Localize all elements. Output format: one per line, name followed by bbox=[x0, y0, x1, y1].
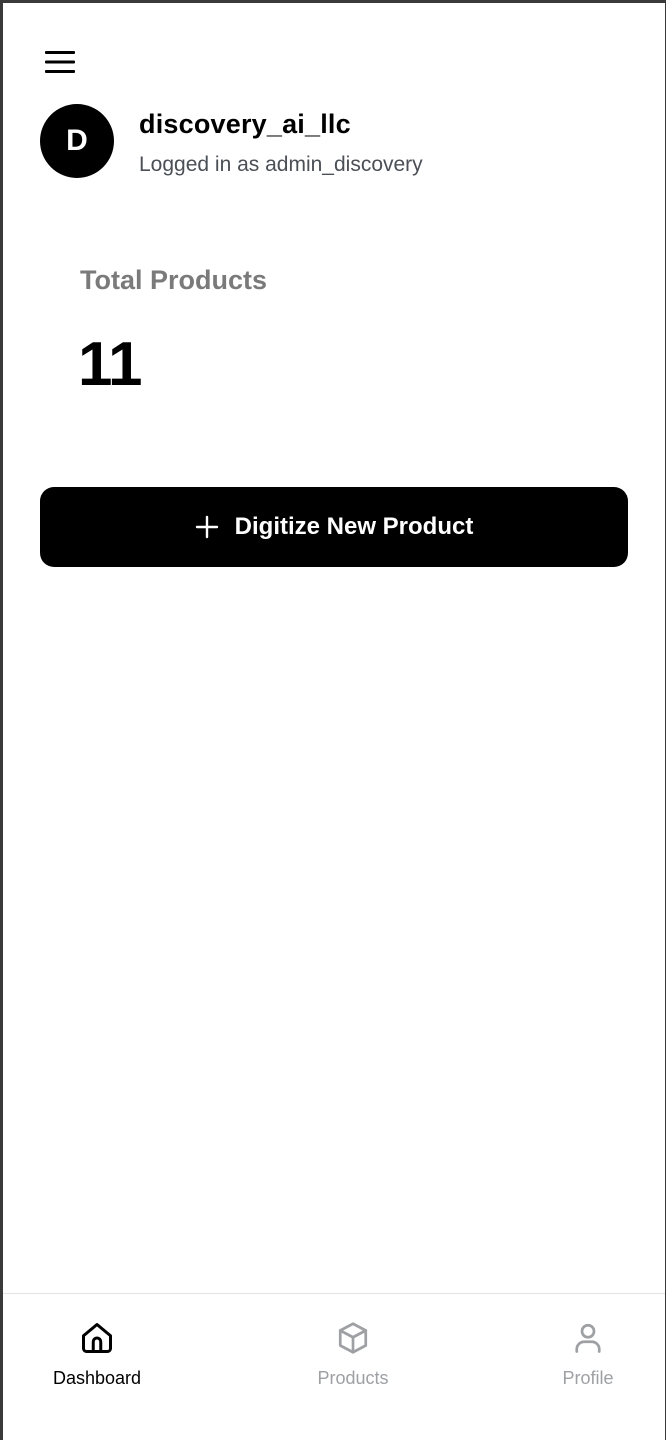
logged-in-as-text: Logged in as admin_discovery bbox=[139, 153, 423, 176]
box-icon bbox=[333, 1318, 373, 1358]
total-products-label: Total Products bbox=[80, 265, 268, 295]
total-products-value: 11 bbox=[78, 330, 143, 399]
nav-item-profile[interactable]: Profile bbox=[551, 1318, 625, 1389]
app-screen: D discovery_ai_llc Logged in as admin_di… bbox=[3, 3, 665, 1440]
org-name: discovery_ai_llc bbox=[139, 109, 351, 139]
nav-label-profile: Profile bbox=[562, 1368, 614, 1388]
hamburger-menu-icon[interactable] bbox=[45, 50, 75, 74]
menu-button[interactable] bbox=[41, 43, 79, 81]
digitize-new-product-label: Digitize New Product bbox=[234, 513, 474, 540]
avatar: D bbox=[40, 104, 114, 178]
digitize-new-product-button[interactable]: Digitize New Product bbox=[40, 487, 628, 567]
user-icon bbox=[568, 1318, 608, 1358]
avatar-initial: D bbox=[66, 124, 88, 157]
nav-label-dashboard: Dashboard bbox=[52, 1368, 142, 1388]
plus-icon bbox=[195, 515, 219, 539]
bottom-navigation: Dashboard Products Profile bbox=[3, 1293, 665, 1440]
nav-item-dashboard[interactable]: Dashboard bbox=[51, 1318, 143, 1389]
nav-item-products[interactable]: Products bbox=[307, 1318, 399, 1389]
nav-label-products: Products bbox=[317, 1368, 389, 1388]
home-icon bbox=[77, 1318, 117, 1358]
